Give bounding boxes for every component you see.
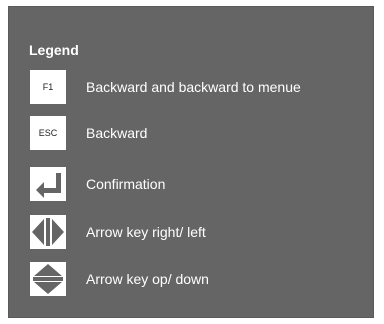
- legend-item-esc: ESC Backward: [30, 116, 360, 152]
- arrow-up-down-icon: [30, 262, 66, 296]
- legend-item-label: Confirmation: [86, 176, 166, 192]
- enter-key-icon: [30, 167, 66, 201]
- arrow-left-right-icon: [30, 215, 66, 249]
- legend-item-label: Arrow key op/ down: [86, 271, 209, 287]
- legend-item-label: Backward: [86, 125, 148, 141]
- legend-title: Legend: [29, 42, 79, 58]
- legend-item-f1: F1 Backward and backward to menue: [30, 70, 360, 106]
- legend-item-enter: Confirmation: [30, 167, 360, 203]
- esc-key-icon: ESC: [30, 116, 66, 150]
- legend-item-arrow-left-right: Arrow key right/ left: [30, 215, 360, 251]
- f1-key-icon: F1: [30, 70, 66, 104]
- legend-item-arrow-up-down: Arrow key op/ down: [30, 262, 360, 298]
- legend-item-label: Arrow key right/ left: [86, 224, 206, 240]
- legend-item-label: Backward and backward to menue: [86, 79, 301, 95]
